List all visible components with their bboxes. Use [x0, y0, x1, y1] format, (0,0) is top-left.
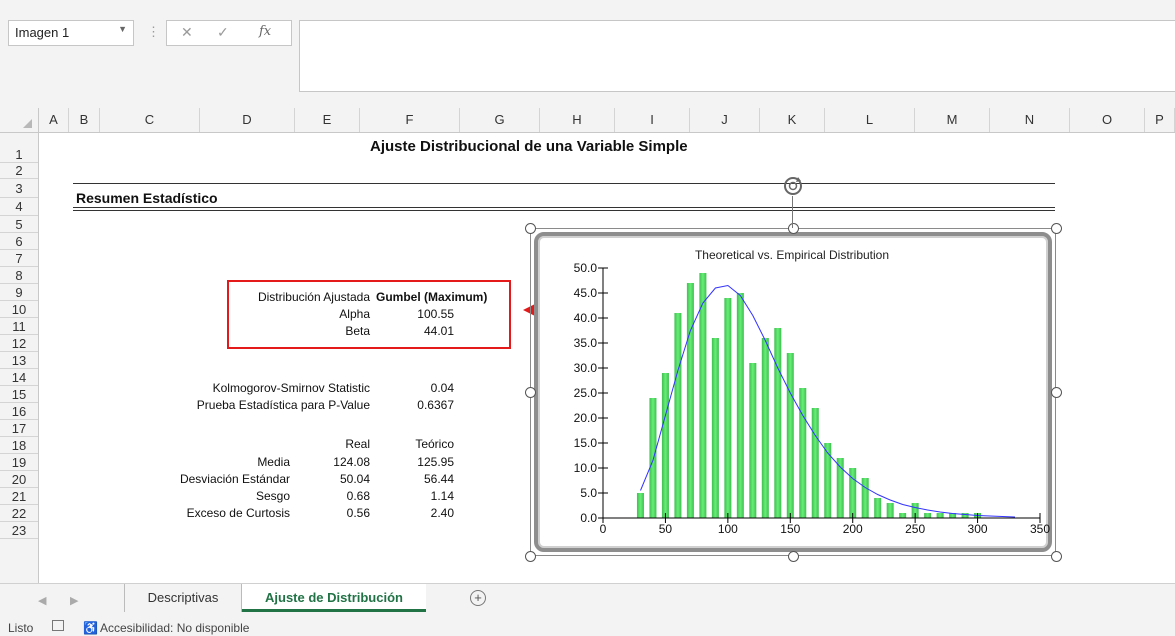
x-tick-label: 300: [968, 522, 988, 536]
accessibility-status[interactable]: Accesibilidad: No disponible: [100, 621, 249, 635]
chart-title: Theoretical vs. Empirical Distribution: [695, 248, 889, 262]
tab-ajuste-de-distribucion[interactable]: Ajuste de Distribución: [242, 584, 426, 612]
histogram-bar: [761, 338, 769, 518]
y-tick-label: 40.0: [574, 311, 598, 325]
tab-scroll-right-icon[interactable]: ▶: [70, 594, 78, 607]
status-ready: Listo: [8, 621, 34, 635]
histogram-bar: [636, 493, 644, 518]
y-tick-label: 35.0: [574, 336, 598, 350]
rotate-handle-stem: [792, 196, 793, 228]
histogram-bar: [711, 338, 719, 518]
resize-handle-bl[interactable]: [525, 551, 536, 562]
resize-handle-mr[interactable]: [1051, 387, 1062, 398]
histogram-bar: [936, 513, 944, 518]
x-tick-label: 250: [905, 522, 925, 536]
accessibility-icon[interactable]: ♿: [83, 621, 98, 635]
y-tick-label: 50.0: [574, 261, 598, 275]
chart-svg: Theoretical vs. Empirical Distribution 0.…: [574, 248, 1051, 536]
y-tick-label: 5.0: [580, 486, 597, 500]
resize-handle-br[interactable]: [1051, 551, 1062, 562]
y-tick-label: 20.0: [574, 411, 598, 425]
x-tick-label: 50: [659, 522, 673, 536]
histogram-bar: [899, 513, 907, 518]
histogram-bar: [849, 468, 857, 518]
status-bar: Listo ♿ Accesibilidad: No disponible: [0, 617, 1175, 636]
histogram-bar: [886, 503, 894, 518]
tab-scroll-left-icon[interactable]: ◀: [38, 594, 46, 607]
resize-handle-tl[interactable]: [525, 223, 536, 234]
histogram-bar: [774, 328, 782, 518]
tab-descriptivas[interactable]: Descriptivas: [124, 584, 242, 612]
histogram-bar: [649, 398, 657, 518]
y-tick-label: 0.0: [580, 511, 597, 525]
histogram-bar: [861, 478, 869, 518]
histogram-bar: [661, 373, 669, 518]
resize-handle-ml[interactable]: [525, 387, 536, 398]
histogram-bar: [924, 513, 932, 518]
histogram-bar: [686, 283, 694, 518]
plus-circle-icon[interactable]: +: [470, 590, 486, 606]
histogram-bar: [824, 443, 832, 518]
histogram-bar: [874, 498, 882, 518]
y-tick-label: 10.0: [574, 461, 598, 475]
y-tick-label: 15.0: [574, 436, 598, 450]
histogram-bar: [736, 293, 744, 518]
resize-handle-tr[interactable]: [1051, 223, 1062, 234]
y-tick-label: 25.0: [574, 386, 598, 400]
y-tick-label: 45.0: [574, 286, 598, 300]
histogram-bar: [786, 353, 794, 518]
histogram-bar: [811, 408, 819, 518]
resize-handle-tm[interactable]: [788, 223, 799, 234]
histogram-bar: [799, 388, 807, 518]
histogram-bar: [674, 313, 682, 518]
x-tick-label: 0: [600, 522, 607, 536]
x-tick-label: 100: [718, 522, 738, 536]
histogram-bar: [961, 513, 969, 518]
x-tick-label: 200: [843, 522, 863, 536]
x-tick-label: 350: [1030, 522, 1050, 536]
histogram-bar: [724, 298, 732, 518]
x-tick-label: 150: [780, 522, 800, 536]
resize-handle-bm[interactable]: [788, 551, 799, 562]
y-tick-label: 30.0: [574, 361, 598, 375]
sheet-tab-bar: ◀ ▶ Descriptivas Ajuste de Distribución …: [0, 583, 1175, 617]
rotate-handle-icon[interactable]: [782, 175, 804, 197]
histogram-bar: [699, 273, 707, 518]
histogram-bar: [749, 363, 757, 518]
macro-record-icon[interactable]: [52, 620, 64, 631]
